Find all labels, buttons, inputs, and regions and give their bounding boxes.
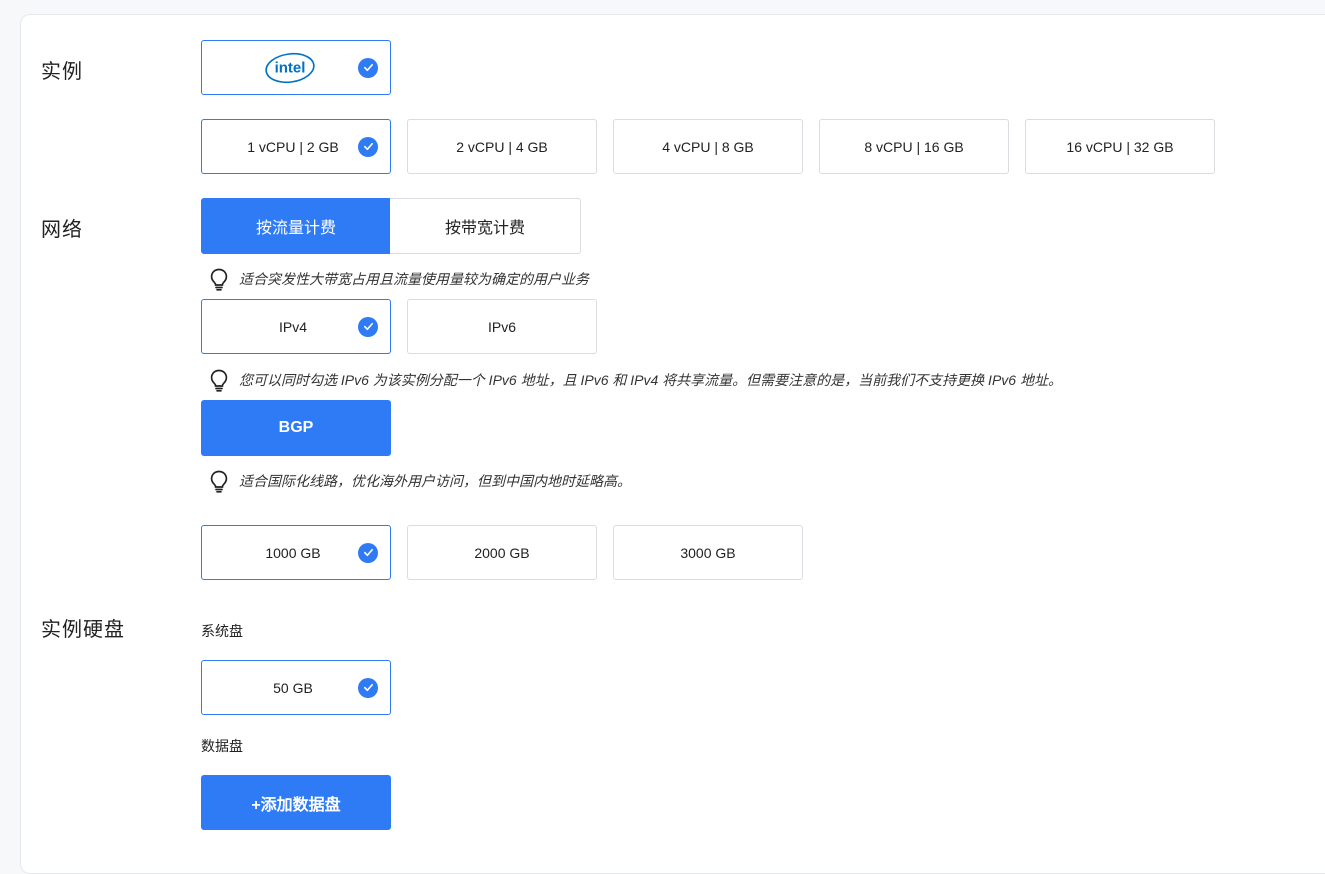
plan-label: 4 vCPU | 8 GB: [662, 138, 754, 155]
ip-option-ipv4[interactable]: IPv4: [201, 299, 391, 354]
traffic-option-1000[interactable]: 1000 GB: [201, 525, 391, 580]
plan-label: 2 vCPU | 4 GB: [456, 138, 548, 155]
system-disk-card[interactable]: 50 GB: [201, 660, 391, 715]
traffic-option-2000[interactable]: 2000 GB: [407, 525, 597, 580]
intel-logo-text: intel: [275, 59, 306, 76]
billing-by-traffic-tab[interactable]: 按流量计费: [201, 198, 391, 254]
plan-card-5[interactable]: 16 vCPU | 32 GB: [1025, 119, 1215, 174]
intel-logo: intel: [265, 52, 315, 83]
traffic-option-3000[interactable]: 3000 GB: [613, 525, 803, 580]
section-label-network: 网络: [41, 219, 83, 241]
check-icon: [358, 677, 378, 698]
check-icon: [358, 57, 378, 78]
ip-option-label: IPv6: [487, 318, 516, 335]
plan-label: 16 vCPU | 32 GB: [1066, 138, 1174, 155]
ip-hint-text: 您可以同时勾选 IPv6 为该实例分配一个 IPv6 地址，且 IPv6 和 I…: [239, 372, 1062, 388]
check-icon: [358, 136, 378, 157]
plan-card-1[interactable]: 1 vCPU | 2 GB: [201, 119, 391, 174]
line-bgp-button[interactable]: BGP: [201, 400, 391, 456]
line-hint: 适合国际化线路，优化海外用户访问，但到中国内地时延略高。: [208, 469, 631, 493]
section-label-disk: 实例硬盘: [41, 619, 125, 641]
system-disk-size: 50 GB: [273, 679, 313, 696]
data-disk-label: 数据盘: [201, 738, 243, 754]
check-icon: [358, 316, 378, 337]
plan-card-3[interactable]: 4 vCPU | 8 GB: [613, 119, 803, 174]
system-disk-label: 系统盘: [201, 623, 243, 639]
lightbulb-icon: [210, 369, 228, 392]
plan-label: 8 vCPU | 16 GB: [864, 138, 964, 155]
lightbulb-icon: [210, 268, 228, 291]
ip-option-ipv6[interactable]: IPv6: [407, 299, 597, 354]
add-data-disk-button[interactable]: +添加数据盘: [201, 775, 391, 830]
billing-hint: 适合突发性大带宽占用且流量使用量较为确定的用户业务: [208, 267, 589, 291]
lightbulb-icon: [210, 470, 228, 493]
check-icon: [358, 542, 378, 563]
section-label-instance: 实例: [41, 61, 83, 83]
line-hint-text: 适合国际化线路，优化海外用户访问，但到中国内地时延略高。: [239, 473, 631, 489]
traffic-option-label: 3000 GB: [680, 544, 736, 561]
plan-card-4[interactable]: 8 vCPU | 16 GB: [819, 119, 1009, 174]
traffic-option-label: 2000 GB: [474, 544, 530, 561]
billing-hint-text: 适合突发性大带宽占用且流量使用量较为确定的用户业务: [239, 271, 589, 287]
billing-by-bandwidth-tab[interactable]: 按带宽计费: [390, 198, 581, 254]
plan-label: 1 vCPU | 2 GB: [247, 138, 339, 155]
plan-card-2[interactable]: 2 vCPU | 4 GB: [407, 119, 597, 174]
ip-option-label: IPv4: [278, 318, 307, 335]
ip-hint: 您可以同时勾选 IPv6 为该实例分配一个 IPv6 地址，且 IPv6 和 I…: [208, 368, 1062, 392]
cpu-brand-intel-card[interactable]: intel: [201, 40, 391, 95]
traffic-option-label: 1000 GB: [265, 544, 321, 561]
